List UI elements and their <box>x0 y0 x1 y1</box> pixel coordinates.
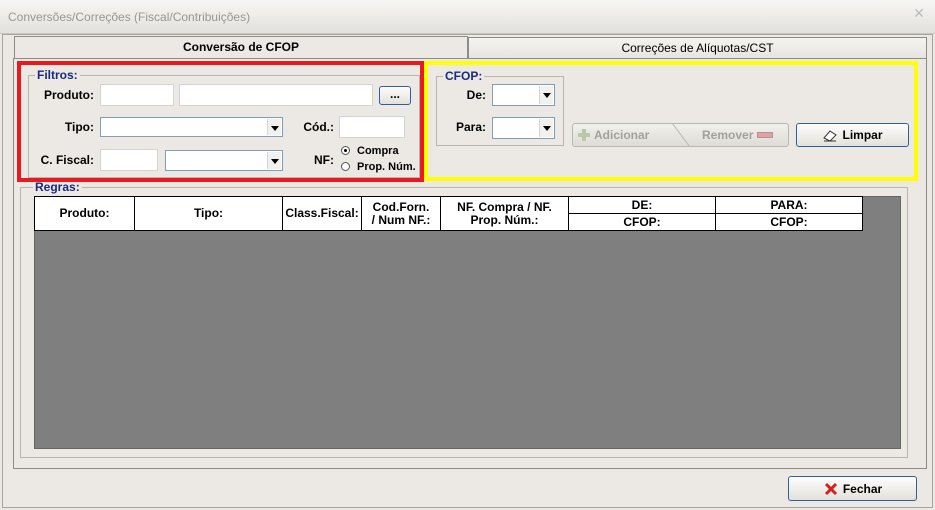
minus-icon <box>757 132 774 138</box>
highlight-filtros <box>17 61 424 182</box>
tab-correcoes-aliquotas[interactable]: Correções de Alíquotas/CST <box>468 37 927 59</box>
tab-conversao-cfop[interactable]: Conversão de CFOP <box>14 36 468 58</box>
col-header-de[interactable]: DE: <box>568 196 716 214</box>
window-close-button[interactable]: ✕ <box>906 4 932 22</box>
col-header-produto[interactable]: Produto: <box>34 196 135 231</box>
fechar-button[interactable]: Fechar <box>788 476 917 501</box>
plus-icon <box>576 127 592 143</box>
regras-grid[interactable] <box>34 196 901 449</box>
col-header-de-cfop[interactable]: CFOP: <box>568 213 716 231</box>
adicionar-label: Adicionar <box>594 128 650 142</box>
regras-legend: Regras: <box>33 180 82 194</box>
button-separator <box>668 122 696 148</box>
col-header-nf-compra[interactable]: NF. Compra / NF. Prop. Núm.: <box>440 196 569 231</box>
col-header-para-cfop[interactable]: CFOP: <box>715 213 863 231</box>
col-header-cod-forn[interactable]: Cod.Forn. / Num NF.: <box>361 196 441 231</box>
red-x-icon <box>823 481 839 497</box>
adicionar-button[interactable]: Adicionar <box>576 125 676 145</box>
col-header-class-fiscal[interactable]: Class.Fiscal: <box>282 196 362 231</box>
remover-button[interactable]: Remover <box>702 125 788 145</box>
highlight-cfop-actions <box>424 61 918 181</box>
remover-label: Remover <box>702 128 754 142</box>
col-header-para[interactable]: PARA: <box>715 196 863 214</box>
window-title: Conversões/Correções (Fiscal/Contribuiçõ… <box>8 10 251 24</box>
col-header-tipo[interactable]: Tipo: <box>134 196 283 231</box>
fechar-label: Fechar <box>842 481 883 496</box>
